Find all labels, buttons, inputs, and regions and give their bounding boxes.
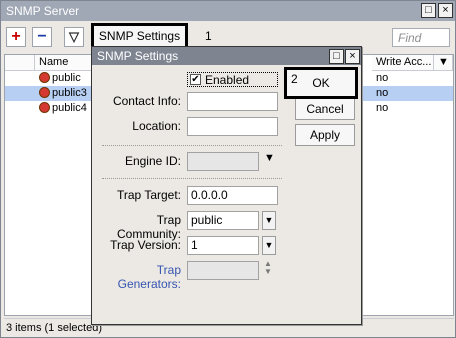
trap-version-dropdown-arrow-icon[interactable]: ▼ bbox=[262, 236, 276, 255]
column-chooser-button[interactable]: ▼ bbox=[434, 55, 453, 71]
maximize-icon: □ bbox=[425, 4, 432, 16]
trap-target-field[interactable]: 0.0.0.0 bbox=[187, 186, 278, 205]
section-divider bbox=[102, 145, 282, 146]
trap-version-field[interactable]: 1 bbox=[187, 236, 259, 255]
trap-version-label: Trap Version: bbox=[110, 238, 181, 252]
snmp-settings-label: SNMP Settings bbox=[98, 29, 181, 43]
engine-id-field[interactable] bbox=[187, 152, 259, 171]
filter-icon: ▽ bbox=[69, 29, 79, 44]
trap-generators-field[interactable] bbox=[187, 261, 259, 280]
row-write-access: no bbox=[376, 72, 389, 84]
row-name: public3 bbox=[52, 87, 87, 99]
engine-id-label: Engine ID: bbox=[124, 154, 181, 168]
trap-community-field[interactable]: public bbox=[187, 211, 259, 230]
contact-info-field[interactable] bbox=[187, 92, 278, 111]
enabled-label: Enabled bbox=[205, 73, 250, 87]
dialog-maximize-button[interactable]: □ bbox=[329, 49, 344, 64]
row-name: public4 bbox=[52, 102, 87, 114]
add-button[interactable]: + bbox=[6, 27, 26, 47]
ok-button[interactable]: 2 OK bbox=[284, 67, 358, 99]
trap-community-label: Trap Community: bbox=[116, 213, 181, 241]
close-icon: × bbox=[442, 4, 449, 16]
window-title: SNMP Server bbox=[6, 4, 80, 18]
column-header-write-access[interactable]: Write Acc... bbox=[372, 55, 434, 71]
maximize-icon: □ bbox=[333, 50, 340, 62]
cancel-button[interactable]: Cancel bbox=[295, 98, 355, 120]
minus-icon: − bbox=[37, 28, 47, 45]
row-write-access: no bbox=[376, 87, 389, 99]
location-label: Location: bbox=[132, 119, 181, 133]
section-divider bbox=[102, 178, 282, 179]
filter-button[interactable]: ▽ bbox=[64, 27, 84, 47]
header-spacer bbox=[5, 55, 35, 71]
apply-button[interactable]: Apply bbox=[295, 124, 355, 146]
location-field[interactable] bbox=[187, 117, 278, 136]
row-write-access: no bbox=[376, 102, 389, 114]
maximize-button[interactable]: □ bbox=[421, 3, 436, 18]
trap-community-dropdown-arrow-icon[interactable]: ▼ bbox=[262, 211, 276, 230]
dialog-title: SNMP Settings bbox=[97, 49, 179, 63]
engine-id-dropdown-arrow-icon[interactable]: ▼ bbox=[264, 152, 275, 164]
remove-button[interactable]: − bbox=[32, 27, 52, 47]
row-name: public bbox=[52, 72, 81, 84]
dialog-title-bar[interactable]: SNMP Settings bbox=[92, 47, 361, 65]
contact-info-label: Contact Info: bbox=[112, 94, 181, 108]
trap-target-label: Trap Target: bbox=[116, 188, 181, 202]
step-marker-1: 1 bbox=[205, 29, 212, 43]
find-input[interactable]: Find bbox=[392, 28, 450, 47]
column-header-name[interactable]: Name bbox=[35, 55, 93, 71]
user-icon bbox=[39, 72, 50, 83]
ok-label: OK bbox=[312, 76, 330, 90]
enabled-checkbox-row[interactable]: ✔ Enabled bbox=[187, 72, 278, 87]
user-icon bbox=[39, 87, 50, 98]
close-button[interactable]: × bbox=[438, 3, 453, 18]
close-icon: × bbox=[349, 50, 356, 62]
user-icon bbox=[39, 102, 50, 113]
dialog-close-button[interactable]: × bbox=[345, 49, 360, 64]
trap-generators-spinner-icon[interactable]: ▲ ▼ bbox=[264, 260, 272, 276]
plus-icon: + bbox=[11, 28, 21, 45]
enabled-checkbox[interactable]: ✔ bbox=[190, 74, 201, 85]
trap-generators-label: Trap Generators: bbox=[117, 263, 181, 291]
window-title-bar[interactable]: SNMP Server bbox=[1, 1, 455, 21]
